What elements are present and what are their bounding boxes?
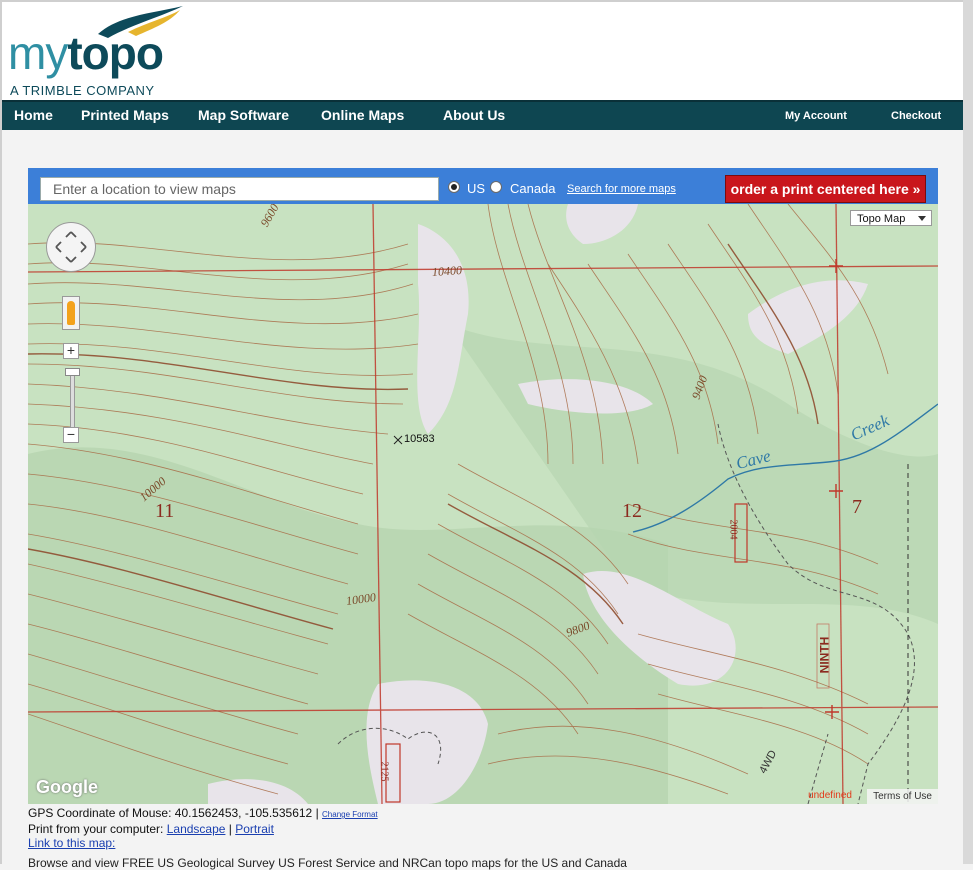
chevron-down-icon (918, 216, 926, 221)
road-number-2125: 2125 (378, 761, 390, 782)
section-label-11: 11 (155, 500, 175, 522)
gps-label: GPS Coordinate of Mouse: (28, 806, 172, 820)
nav-printed-maps[interactable]: Printed Maps (81, 107, 169, 123)
section-label-7: 7 (852, 496, 862, 518)
elevation-label-10400: 10400 (431, 262, 463, 280)
main-navigation: Home Printed Maps Map Software Online Ma… (2, 100, 963, 130)
nav-map-software[interactable]: Map Software (198, 107, 289, 123)
nav-my-account[interactable]: My Account (785, 110, 847, 122)
location-search-input[interactable] (40, 177, 439, 201)
radio-canada-label: Canada (510, 181, 556, 196)
mytopo-logo[interactable]: mytopo A TRIMBLE COMPANY (8, 4, 188, 100)
print-label: Print from your computer: (28, 822, 164, 836)
zoom-slider-track[interactable] (70, 368, 75, 428)
footer-description-text: Browse and view FREE US Geological Surve… (28, 856, 627, 870)
summit-label-10583: 10583 (404, 433, 435, 445)
terms-of-use-link[interactable]: Terms of Use (867, 789, 938, 804)
road-number-2004: 2004 (727, 519, 739, 540)
map-type-selector[interactable]: Topo Map (850, 210, 932, 226)
nav-checkout[interactable]: Checkout (891, 110, 941, 122)
print-landscape-link[interactable]: Landscape (167, 822, 226, 836)
zoom-slider-thumb[interactable] (65, 368, 80, 376)
section-label-12: 12 (622, 500, 642, 522)
zoom-in-button[interactable]: + (63, 343, 79, 359)
pan-control[interactable] (46, 222, 96, 272)
street-view-pegman-icon[interactable] (62, 296, 80, 330)
page-scrollbar[interactable] (963, 0, 973, 864)
gps-readout-row: GPS Coordinate of Mouse: 40.1562453, -10… (28, 806, 378, 820)
zoom-out-button[interactable]: − (63, 427, 79, 443)
print-row: Print from your computer: Landscape | Po… (28, 822, 274, 836)
pan-arrows-icon (55, 231, 87, 263)
map-search-bar: US Canada Search for more maps order a p… (28, 168, 938, 204)
radio-us-label: US (467, 181, 486, 196)
link-to-map[interactable]: Link to this map: (28, 836, 115, 850)
order-print-button[interactable]: order a print centered here » (725, 175, 926, 203)
print-portrait-link[interactable]: Portrait (235, 822, 274, 836)
radio-us[interactable] (448, 181, 460, 193)
pegman-figure (67, 301, 75, 325)
topo-map-viewport[interactable]: 11 12 7 9600 10400 10583 10000 10000 980… (28, 204, 938, 804)
map-info-panel: GPS Coordinate of Mouse: 40.1562453, -10… (28, 806, 378, 850)
google-logo[interactable]: Google (36, 777, 98, 798)
logo-wordmark: mytopo (8, 27, 164, 79)
logo-tagline: A TRIMBLE COMPANY (10, 83, 155, 98)
nav-home[interactable]: Home (14, 107, 53, 123)
radio-canada[interactable] (490, 181, 502, 193)
gps-value: 40.1562453, -105.535612 (174, 806, 313, 820)
nav-online-maps[interactable]: Online Maps (321, 107, 404, 123)
map-type-value: Topo Map (857, 213, 906, 225)
road-label-ninth: NINTH (817, 636, 832, 674)
search-more-maps-link[interactable]: Search for more maps (567, 183, 676, 195)
site-header: mytopo A TRIMBLE COMPANY (2, 2, 963, 100)
map-status-text: undefined (808, 790, 852, 801)
nav-about-us[interactable]: About Us (443, 107, 505, 123)
change-format-link[interactable]: Change Format (322, 810, 378, 819)
logo-my: my (8, 27, 68, 79)
logo-topo: topo (67, 27, 164, 79)
link-row: Link to this map: (28, 836, 378, 850)
